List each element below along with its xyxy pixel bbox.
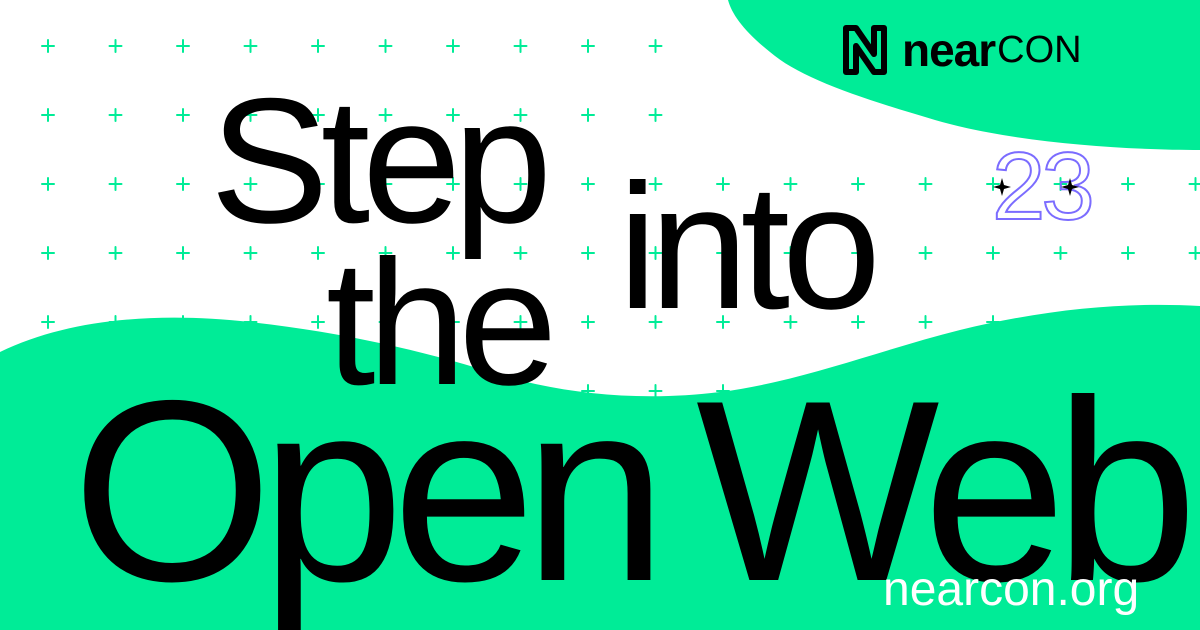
year-sparkles <box>993 178 1079 196</box>
headline-open: Open <box>72 346 667 630</box>
logo-wordmark: near <box>902 24 996 76</box>
near-n-logo-icon <box>843 25 887 75</box>
nearcon-logo[interactable]: near CON <box>840 22 1082 78</box>
year-badge: 23 <box>991 138 1132 236</box>
sparkle-icon <box>1061 178 1079 196</box>
logo-wordmark-suffix: CON <box>997 29 1082 71</box>
sparkle-icon <box>993 178 1011 196</box>
nearcon-banner: near CON 23 Step into the Open Web nearc… <box>0 0 1200 630</box>
headline-into: into <box>618 147 881 346</box>
site-url-link[interactable]: nearcon.org <box>883 566 1139 614</box>
